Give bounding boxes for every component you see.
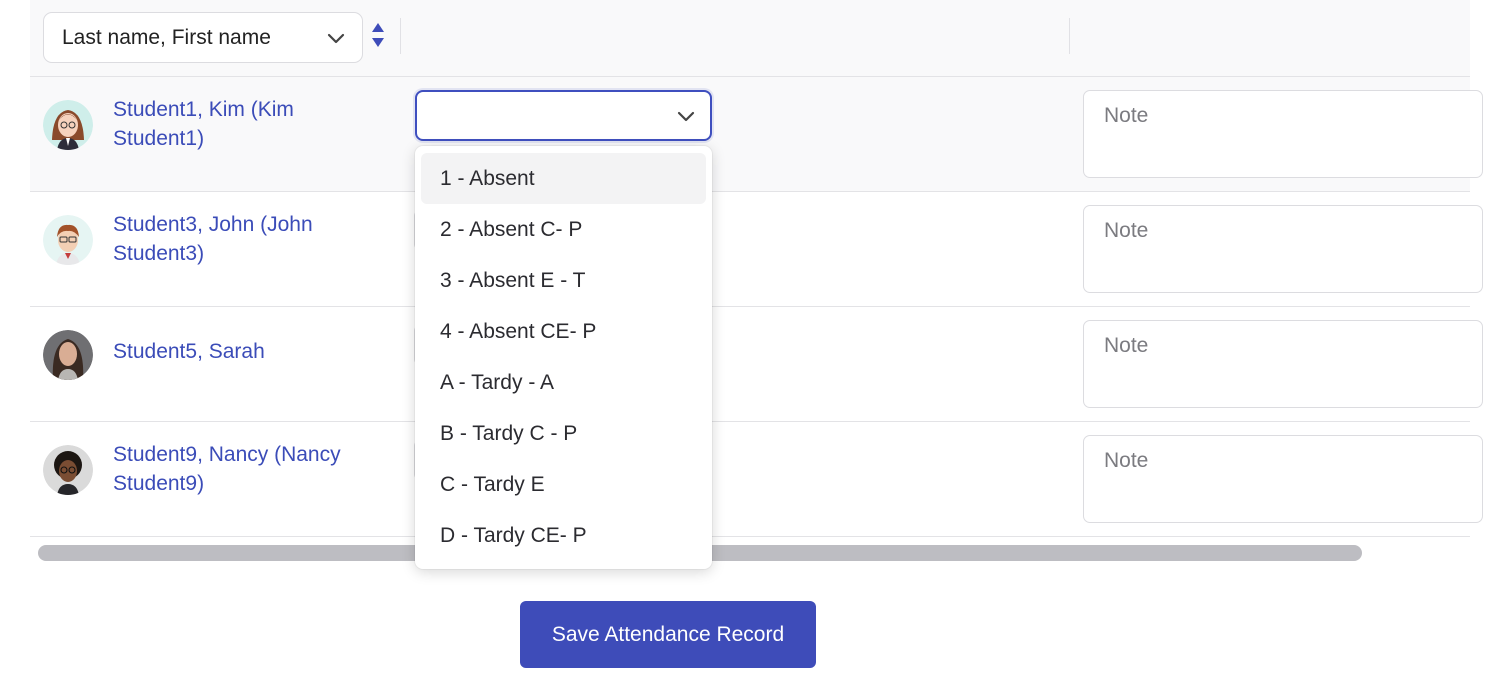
dropdown-option[interactable]: 2 - Absent C- P (421, 204, 706, 255)
column-divider (400, 18, 401, 54)
attendance-table: Last name, First name Student1, Kim (Kim… (30, 0, 1483, 540)
table-row: Student1, Kim (Kim Student1) Note (30, 77, 1483, 192)
dropdown-option[interactable]: B - Tardy C - P (421, 408, 706, 459)
chevron-down-icon (327, 33, 345, 44)
dropdown-option[interactable]: 3 - Absent E - T (421, 255, 706, 306)
student-name-link[interactable]: Student1, Kim (Kim Student1) (113, 95, 373, 153)
student-name-link[interactable]: Student3, John (John Student3) (113, 210, 373, 268)
avatar (43, 330, 93, 380)
table-row: Student3, John (John Student3) Note (30, 192, 1483, 307)
column-divider (1069, 18, 1070, 54)
dropdown-option[interactable]: D - Tardy CE- P (421, 510, 706, 561)
attendance-code-dropdown: 1 - Absent 2 - Absent C- P 3 - Absent E … (415, 146, 712, 569)
avatar (43, 100, 93, 150)
avatar (43, 215, 93, 265)
student-name-link[interactable]: Student9, Nancy (Nancy Student9) (113, 440, 373, 498)
student-name-link[interactable]: Student5, Sarah (113, 337, 373, 366)
save-attendance-button[interactable]: Save Attendance Record (520, 601, 816, 668)
attendance-code-select-active[interactable] (415, 90, 712, 141)
avatar (43, 445, 93, 495)
sort-order-value: Last name, First name (62, 25, 271, 49)
note-field[interactable]: Note (1083, 435, 1483, 523)
dropdown-option[interactable]: A - Tardy - A (421, 357, 706, 408)
sort-arrows-icon[interactable] (371, 22, 385, 48)
chevron-down-icon (677, 111, 695, 122)
sort-order-select[interactable]: Last name, First name (43, 12, 363, 63)
dropdown-option[interactable]: 1 - Absent (421, 153, 706, 204)
note-field[interactable]: Note (1083, 90, 1483, 178)
table-row: Student9, Nancy (Nancy Student9) Note (30, 422, 1483, 537)
attendance-page: Last name, First name Student1, Kim (Kim… (0, 0, 1504, 692)
note-field[interactable]: Note (1083, 205, 1483, 293)
dropdown-option[interactable]: C - Tardy E (421, 459, 706, 510)
table-row: Student5, Sarah Note (30, 307, 1483, 422)
dropdown-option[interactable]: 4 - Absent CE- P (421, 306, 706, 357)
table-header: Last name, First name (30, 0, 1470, 77)
note-field[interactable]: Note (1083, 320, 1483, 408)
